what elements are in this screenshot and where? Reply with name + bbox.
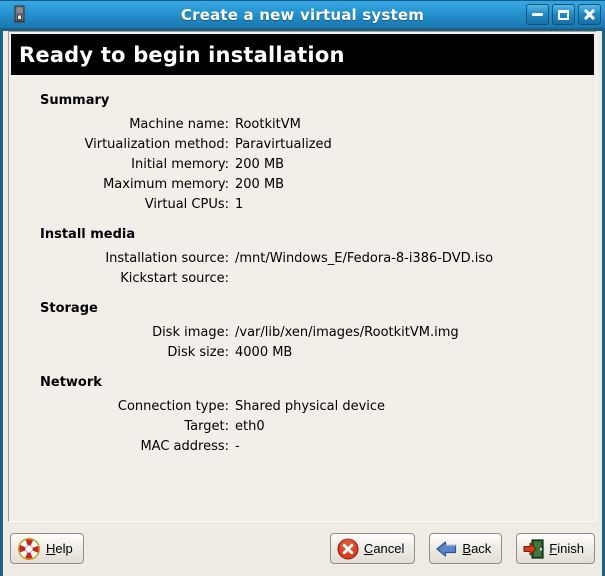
summary-row: Kickstart source: <box>9 269 596 289</box>
section-install-media: Install media Installation source: /mnt/… <box>9 227 596 289</box>
section-title: Install media <box>9 227 596 243</box>
button-bar: Help Cancel Back <box>10 533 595 564</box>
field-label: Virtual CPUs: <box>9 195 229 215</box>
section-storage: Storage Disk image: /var/lib/xen/images/… <box>9 301 596 363</box>
field-value: Paravirtualized <box>235 135 596 155</box>
field-label: Disk image: <box>9 323 229 343</box>
field-value: 200 MB <box>235 175 596 195</box>
help-button[interactable]: Help <box>10 533 84 564</box>
section-network: Network Connection type: Shared physical… <box>9 375 596 457</box>
field-value: 4000 MB <box>235 343 596 363</box>
summary-row: MAC address: - <box>9 437 596 457</box>
summary-row: Disk size: 4000 MB <box>9 343 596 363</box>
field-label: Machine name: <box>9 115 229 135</box>
window-icon <box>13 5 27 24</box>
field-value: RootkitVM <box>235 115 596 135</box>
window-title: Create a new virtual system <box>0 6 605 24</box>
cancel-button[interactable]: Cancel <box>330 533 415 564</box>
back-icon <box>436 540 457 558</box>
field-label: Target: <box>9 417 229 437</box>
summary-content: Summary Machine name: RootkitVM Virtuali… <box>9 77 596 457</box>
summary-row: Target: eth0 <box>9 417 596 437</box>
titlebar[interactable]: Create a new virtual system <box>0 0 605 28</box>
field-label: Virtualization method: <box>9 135 229 155</box>
summary-row: Disk image: /var/lib/xen/images/RootkitV… <box>9 323 596 343</box>
minimize-button[interactable] <box>526 4 549 25</box>
page-header: Ready to begin installation <box>11 34 594 75</box>
field-label: Kickstart source: <box>9 269 229 289</box>
cancel-icon <box>337 538 359 560</box>
minimize-icon <box>532 13 543 16</box>
field-value: Shared physical device <box>235 397 596 417</box>
help-button-label: Help <box>46 541 73 556</box>
section-summary: Summary Machine name: RootkitVM Virtuali… <box>9 93 596 215</box>
field-label: Disk size: <box>9 343 229 363</box>
summary-row: Virtual CPUs: 1 <box>9 195 596 215</box>
field-value: - <box>235 437 596 457</box>
field-label: Initial memory: <box>9 155 229 175</box>
finish-icon <box>523 539 544 559</box>
wizard-page-frame: Ready to begin installation Summary Mach… <box>8 31 597 522</box>
field-value <box>235 269 596 289</box>
summary-row: Virtualization method: Paravirtualized <box>9 135 596 155</box>
field-label: MAC address: <box>9 437 229 457</box>
close-icon <box>583 8 596 21</box>
back-button[interactable]: Back <box>429 533 502 564</box>
maximize-button[interactable] <box>552 4 575 25</box>
page-title: Ready to begin installation <box>19 43 345 67</box>
field-value: eth0 <box>235 417 596 437</box>
field-value: 200 MB <box>235 155 596 175</box>
help-icon <box>17 537 41 561</box>
field-label: Installation source: <box>9 249 229 269</box>
section-title: Storage <box>9 301 596 317</box>
summary-row: Maximum memory: 200 MB <box>9 175 596 195</box>
field-label: Maximum memory: <box>9 175 229 195</box>
cancel-button-label: Cancel <box>364 541 404 556</box>
field-value: 1 <box>235 195 596 215</box>
field-value: /var/lib/xen/images/RootkitVM.img <box>235 323 596 343</box>
section-title: Network <box>9 375 596 391</box>
dialog-window: Create a new virtual system Ready to beg… <box>0 0 605 576</box>
dialog-body: Ready to begin installation Summary Mach… <box>0 31 605 576</box>
summary-row: Connection type: Shared physical device <box>9 397 596 417</box>
summary-row: Machine name: RootkitVM <box>9 115 596 135</box>
summary-row: Initial memory: 200 MB <box>9 155 596 175</box>
summary-row: Installation source: /mnt/Windows_E/Fedo… <box>9 249 596 269</box>
field-label: Connection type: <box>9 397 229 417</box>
maximize-icon <box>558 10 569 20</box>
field-value: /mnt/Windows_E/Fedora-8-i386-DVD.iso <box>235 249 596 269</box>
close-button[interactable] <box>578 4 601 25</box>
back-button-label: Back <box>462 541 491 556</box>
section-title: Summary <box>9 93 596 109</box>
finish-button[interactable]: Finish <box>516 533 595 564</box>
finish-button-label: Finish <box>549 541 584 556</box>
